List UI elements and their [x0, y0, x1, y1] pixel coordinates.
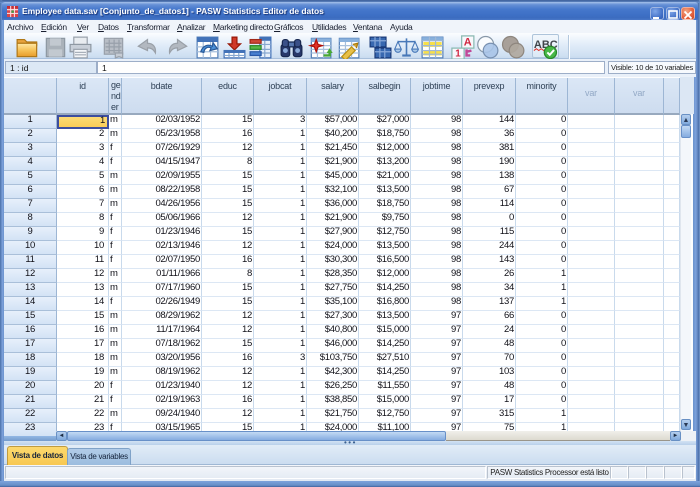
svg-text:1: 1 — [455, 49, 461, 60]
svg-text:A: A — [464, 37, 472, 49]
